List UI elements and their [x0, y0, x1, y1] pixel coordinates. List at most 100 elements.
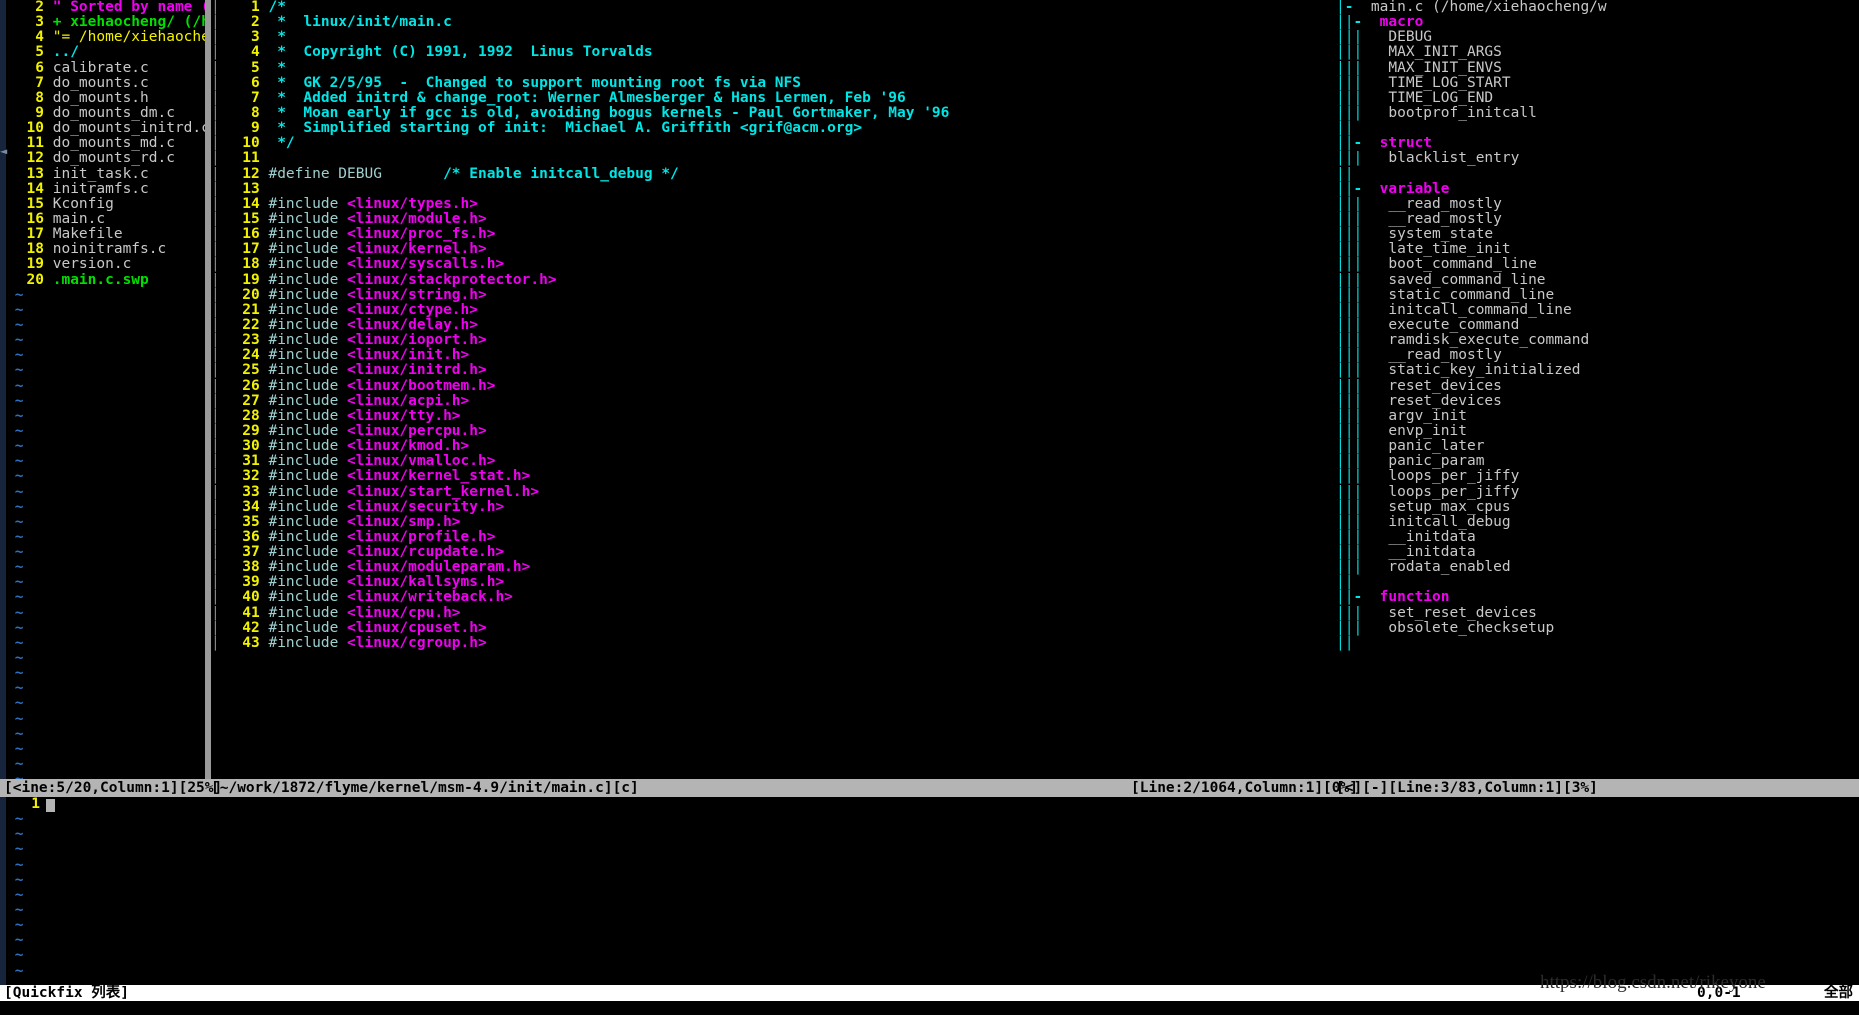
netrw-file-item[interactable]: 8 do_mounts.h — [6, 91, 205, 106]
netrw-file-item[interactable]: 13 init_task.c — [6, 167, 205, 182]
netrw-header-line[interactable]: 5 ../ — [6, 45, 205, 60]
netrw-file-item[interactable]: 16 main.c — [6, 212, 205, 227]
netrw-file-item[interactable]: 12 do_mounts_rd.c — [6, 151, 205, 166]
code-line[interactable]: │ 22 #include <linux/delay.h> — [211, 318, 1336, 333]
netrw-header-line[interactable]: 3 + xiehaocheng/ (/home — [6, 15, 205, 30]
vim-command-line[interactable]: :botright copen — [0, 1001, 1859, 1015]
tagbar-tag-item[interactable]: │││ ramdisk_execute_command — [1336, 333, 1859, 348]
code-line[interactable]: │ 21 #include <linux/ctype.h> — [211, 303, 1336, 318]
tagbar-tag-item[interactable]: │││ envp_init — [1336, 424, 1859, 439]
tagbar-group-spacer[interactable]: ││ — [1336, 575, 1859, 590]
tagbar-tag-item[interactable]: │││ __read_mostly — [1336, 348, 1859, 363]
quickfix-window[interactable]: 1 ~ ~ ~ ~ ~ ~ ~ ~ ~ ~ ~ — [0, 797, 1859, 985]
tagbar-group-header[interactable]: ││- macro — [1336, 15, 1859, 30]
tagbar-tag-item[interactable]: │││ blacklist_entry — [1336, 151, 1859, 166]
tagbar-tag-item[interactable]: │││ initcall_command_line — [1336, 303, 1859, 318]
tagbar-tag-item[interactable]: │││ MAX_INIT_ENVS — [1336, 61, 1859, 76]
tagbar-tag-item[interactable]: │││ TIME_LOG_END — [1336, 91, 1859, 106]
tagbar-group-spacer[interactable]: ││ — [1336, 167, 1859, 182]
tagbar-tag-item[interactable]: │││ TIME_LOG_START — [1336, 76, 1859, 91]
quickfix-cursor-line[interactable]: 1 — [6, 797, 1859, 812]
tagbar-tag-item[interactable]: │││ DEBUG — [1336, 30, 1859, 45]
tagbar-tag-item[interactable]: │││ loops_per_jiffy — [1336, 469, 1859, 484]
tagbar-tag-item[interactable]: │││ reset_devices — [1336, 379, 1859, 394]
tagbar-tag-item[interactable]: │││ execute_command — [1336, 318, 1859, 333]
tagbar-tag-item[interactable]: │││ set_reset_devices — [1336, 606, 1859, 621]
code-line[interactable]: │ 25 #include <linux/initrd.h> — [211, 363, 1336, 378]
code-line[interactable]: │ 30 #include <linux/kmod.h> — [211, 439, 1336, 454]
code-line[interactable]: │ 40 #include <linux/writeback.h> — [211, 590, 1336, 605]
netrw-header-line[interactable]: 4 "= /home/xiehaocheng/ — [6, 30, 205, 45]
tagbar-tag-item[interactable]: │││ __initdata — [1336, 530, 1859, 545]
code-line[interactable]: │ 15 #include <linux/module.h> — [211, 212, 1336, 227]
tagbar-tag-item[interactable]: │││ __read_mostly — [1336, 197, 1859, 212]
netrw-file-item[interactable]: 7 do_mounts.c — [6, 76, 205, 91]
tagbar-group-spacer[interactable]: ││ — [1336, 121, 1859, 136]
code-line[interactable]: │ 19 #include <linux/stackprotector.h> — [211, 273, 1336, 288]
tagbar-tag-item[interactable]: │││ argv_init — [1336, 409, 1859, 424]
tagbar-tag-item[interactable]: │││ panic_later — [1336, 439, 1859, 454]
netrw-file-item[interactable]: 11 do_mounts_md.c — [6, 136, 205, 151]
code-line[interactable]: │ 23 #include <linux/ioport.h> — [211, 333, 1336, 348]
tagbar-tag-item[interactable]: │││ obsolete_checksetup — [1336, 621, 1859, 636]
code-line[interactable]: │ 13 — [211, 182, 1336, 197]
code-line[interactable]: │ 42 #include <linux/cpuset.h> — [211, 621, 1336, 636]
code-line[interactable]: │ 37 #include <linux/rcupdate.h> — [211, 545, 1336, 560]
tagbar-tag-item[interactable]: │││ initcall_debug — [1336, 515, 1859, 530]
tagbar-tag-item[interactable]: │││ static_key_initialized — [1336, 363, 1859, 378]
tagbar-tag-item[interactable]: │││ setup_max_cpus — [1336, 500, 1859, 515]
tagbar-tag-item[interactable]: │││ __read_mostly — [1336, 212, 1859, 227]
tagbar-tag-item[interactable]: │││ MAX_INIT_ARGS — [1336, 45, 1859, 60]
tagbar-file-title[interactable]: │- main.c (/home/xiehaocheng/w — [1336, 0, 1859, 15]
tagbar-tag-item[interactable]: │││ system_state — [1336, 227, 1859, 242]
fold-toggle-icon[interactable]: - — [1353, 590, 1362, 605]
code-line[interactable]: │ 9 * Simplified starting of init: Michae… — [211, 121, 1336, 136]
tagbar-tag-item[interactable]: │││ reset_devices — [1336, 394, 1859, 409]
code-line[interactable]: │ 27 #include <linux/acpi.h> — [211, 394, 1336, 409]
code-line[interactable]: │ 5 * — [211, 61, 1336, 76]
tagbar-group-header[interactable]: ││- function — [1336, 590, 1859, 605]
netrw-file-item[interactable]: 18 noinitramfs.c — [6, 242, 205, 257]
code-line[interactable]: │ 31 #include <linux/vmalloc.h> — [211, 454, 1336, 469]
tagbar-tag-item[interactable]: │││ static_command_line — [1336, 288, 1859, 303]
netrw-file-item[interactable]: 9 do_mounts_dm.c — [6, 106, 205, 121]
netrw-header-line[interactable]: 2 " Sorted by name (.ba — [6, 0, 205, 15]
tagbar-tag-item[interactable]: │││ loops_per_jiffy — [1336, 485, 1859, 500]
tagbar-group-spacer[interactable]: ││ — [1336, 636, 1859, 651]
netrw-file-item[interactable]: 19 version.c — [6, 257, 205, 272]
fold-toggle-icon[interactable]: - — [1353, 182, 1362, 197]
code-line[interactable]: │ 6 * GK 2/5/95 - Changed to support moun… — [211, 76, 1336, 91]
tagbar-tag-item[interactable]: │││ rodata_enabled — [1336, 560, 1859, 575]
netrw-file-explorer[interactable]: 2 " Sorted by name (.ba3 + xiehaocheng/ … — [0, 0, 205, 779]
netrw-file-item[interactable]: 17 Makefile — [6, 227, 205, 242]
netrw-file-item[interactable]: 10 do_mounts_initrd.c — [6, 121, 205, 136]
tagbar-outline[interactable]: │- main.c (/home/xiehaocheng/w ││- macro │… — [1336, 0, 1859, 779]
code-line[interactable]: │ 8 * Moan early if gcc is old, avoiding … — [211, 106, 1336, 121]
netrw-file-item[interactable]: 14 initramfs.c — [6, 182, 205, 197]
code-line[interactable]: │ 26 #include <linux/bootmem.h> — [211, 379, 1336, 394]
code-line[interactable]: │ 16 #include <linux/proc_fs.h> — [211, 227, 1336, 242]
tagbar-tag-item[interactable]: │││ bootprof_initcall — [1336, 106, 1859, 121]
code-line[interactable]: │ 2 * linux/init/main.c — [211, 15, 1336, 30]
tagbar-group-header[interactable]: ││- struct — [1336, 136, 1859, 151]
tagbar-tag-item[interactable]: │││ saved_command_line — [1336, 273, 1859, 288]
code-line[interactable]: │ 34 #include <linux/security.h> — [211, 500, 1336, 515]
code-line[interactable]: │ 20 #include <linux/string.h> — [211, 288, 1336, 303]
tagbar-tag-item[interactable]: │││ late_time_init — [1336, 242, 1859, 257]
fold-toggle-icon[interactable]: - — [1353, 136, 1362, 151]
code-line[interactable]: │ 39 #include <linux/kallsyms.h> — [211, 575, 1336, 590]
code-line[interactable]: │ 43 #include <linux/cgroup.h> — [211, 636, 1336, 651]
code-line[interactable]: │ 10 */ — [211, 136, 1336, 151]
code-line[interactable]: │ 4 * Copyright (C) 1991, 1992 Linus Torv… — [211, 45, 1336, 60]
fold-toggle-icon[interactable]: - — [1353, 15, 1362, 30]
tagbar-tag-item[interactable]: │││ panic_param — [1336, 454, 1859, 469]
code-line[interactable]: │ 11 — [211, 151, 1336, 166]
code-line[interactable]: │ 36 #include <linux/profile.h> — [211, 530, 1336, 545]
tagbar-tag-item[interactable]: │││ boot_command_line — [1336, 257, 1859, 272]
code-line[interactable]: │ 38 #include <linux/moduleparam.h> — [211, 560, 1336, 575]
code-line[interactable]: │ 12 #define DEBUG /* Enable initcall_deb… — [211, 167, 1336, 182]
code-line[interactable]: │ 29 #include <linux/percpu.h> — [211, 424, 1336, 439]
code-line[interactable]: │ 41 #include <linux/cpu.h> — [211, 606, 1336, 621]
code-line[interactable]: │ 33 #include <linux/start_kernel.h> — [211, 485, 1336, 500]
code-line[interactable]: │ 14 #include <linux/types.h> — [211, 197, 1336, 212]
